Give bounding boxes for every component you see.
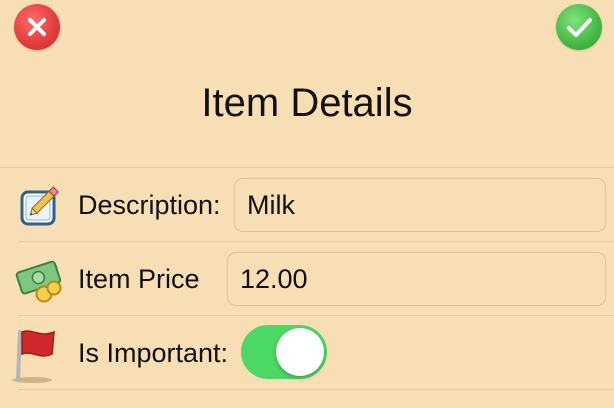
cancel-button[interactable]	[14, 4, 60, 50]
important-toggle[interactable]	[241, 325, 327, 379]
confirm-button[interactable]	[556, 4, 602, 50]
toggle-knob[interactable]	[276, 328, 324, 376]
description-field[interactable]: Milk	[234, 178, 606, 232]
price-field[interactable]: 12.00	[227, 252, 606, 306]
important-row: Is Important:	[0, 316, 614, 390]
description-label: Description:	[78, 190, 221, 220]
pencil-notepad-icon	[14, 180, 66, 232]
checkmark-icon	[567, 18, 592, 37]
page-title: Item Details	[201, 81, 413, 125]
description-row: Description: Milk	[0, 168, 614, 242]
money-icon	[14, 254, 66, 306]
red-flag-icon	[10, 324, 68, 384]
important-label: Is Important:	[78, 338, 229, 368]
price-row: Item Price 12.00	[0, 242, 614, 316]
close-icon	[28, 18, 46, 36]
price-label: Item Price	[78, 264, 200, 294]
